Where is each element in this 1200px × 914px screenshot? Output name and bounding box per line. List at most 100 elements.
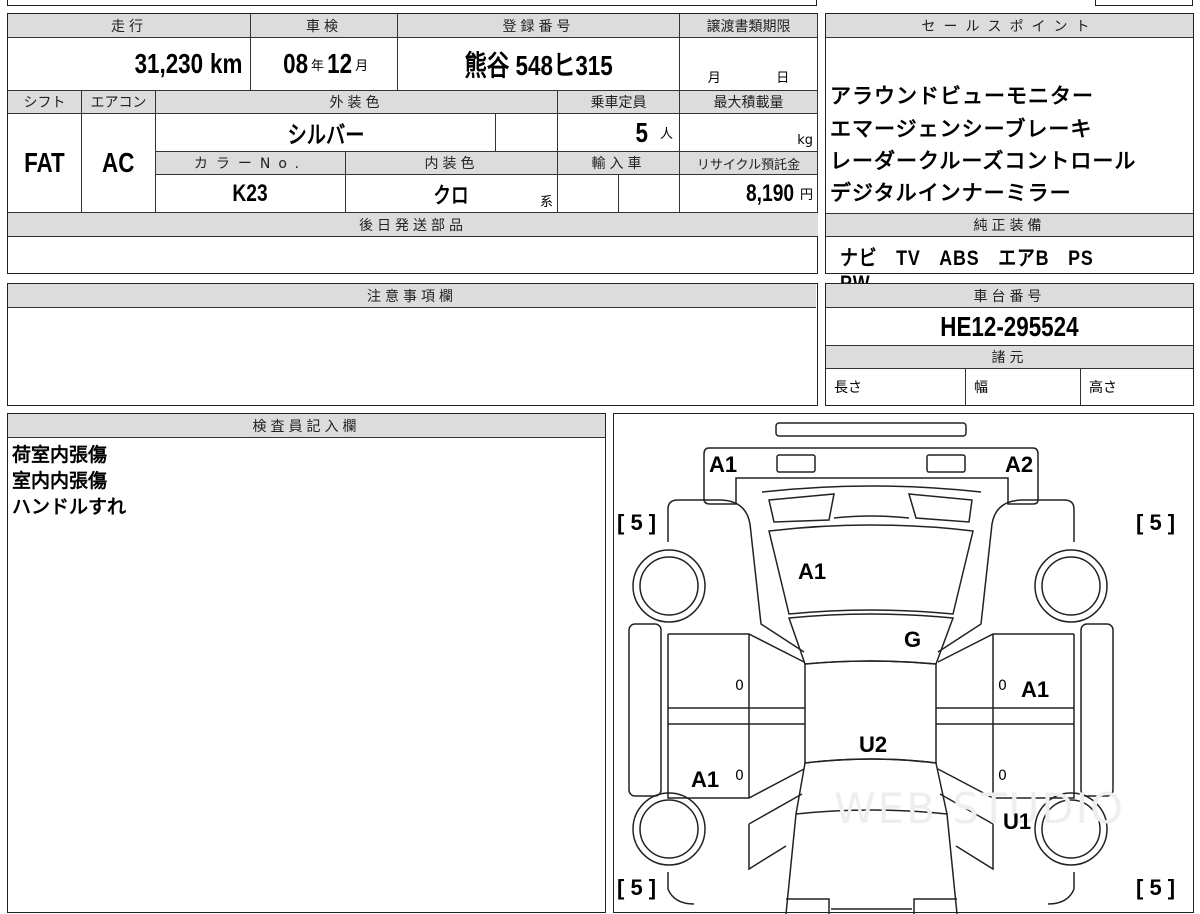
- inspection-value: 08 年 12 月: [251, 38, 398, 91]
- zero-mark: 0: [735, 678, 744, 694]
- sales-points-header: セールスポイント: [826, 14, 1193, 38]
- chassis-number-text: HE12-295524: [940, 310, 1079, 342]
- aircon-header: エアコン: [82, 91, 156, 114]
- inspector-line: ハンドルすれ: [12, 496, 127, 518]
- inspection-year: 08: [282, 48, 308, 79]
- front-bumper: [786, 898, 957, 914]
- month-unit: 月: [355, 58, 369, 74]
- length-label: 長さ: [826, 369, 966, 405]
- aircon-value: AC: [82, 114, 156, 213]
- tire-mark-rear-right: [ 5 ]: [1136, 510, 1176, 535]
- rear-lamp-right: [926, 454, 966, 473]
- exterior-color-header: 外装色: [156, 91, 558, 114]
- sales-point-item: レーダークルーズコントロール: [830, 149, 1137, 173]
- tire-mark-front-right: [ 5 ]: [1136, 875, 1176, 900]
- sales-points-panel: セールスポイント アラウンドビューモニター エマージェンシーブレーキ レーダーク…: [825, 13, 1194, 295]
- mark-roof: U2: [859, 732, 888, 757]
- spec-header: 諸元: [826, 346, 1193, 369]
- car-outline: [628, 422, 1114, 914]
- recycle-header: リサイクル預託金: [680, 152, 818, 175]
- chassis-panel: 車台番号 HE12-295524 諸元 長さ 幅 高さ: [825, 283, 1194, 406]
- later-parts-header: 後日発送部品: [8, 213, 818, 237]
- year-unit: 年: [310, 58, 324, 74]
- import-cell-2: [619, 175, 680, 213]
- mark-right-door: A1: [1021, 677, 1050, 702]
- top-strip-right: [1095, 0, 1193, 6]
- transfer-day: 日: [776, 71, 790, 86]
- notes-panel: 注意事項欄: [7, 283, 818, 406]
- interior-color-value: クロ系: [346, 175, 558, 213]
- max-load-unit: kg: [797, 133, 813, 148]
- capacity-number: 5: [635, 116, 649, 148]
- inspector-header: 検査員記入欄: [8, 414, 605, 438]
- watermark: WEB STUDIO: [834, 784, 1126, 833]
- interior-suffix: 系: [539, 195, 553, 210]
- doors: [667, 633, 1075, 799]
- zero-mark: 0: [998, 768, 1007, 784]
- mark-rear-left: A1: [709, 452, 738, 477]
- side-step-right: [1080, 623, 1114, 797]
- recycle-unit: 円: [799, 188, 813, 203]
- color-no-header: カラーNo.: [156, 152, 346, 175]
- transfer-value: 月日: [680, 38, 818, 91]
- sales-point-item: アラウンドビューモニター: [830, 84, 1094, 108]
- import-header: 輸入車: [558, 152, 680, 175]
- tire-mark-rear-left: [ 5 ]: [617, 510, 657, 535]
- top-strip: [7, 0, 817, 6]
- shift-value: FAT: [8, 114, 82, 213]
- sales-point-item: デジタルインナーミラー: [830, 181, 1072, 205]
- shift-text: FAT: [24, 147, 65, 178]
- width-label: 幅: [966, 369, 1081, 405]
- tire-front-left: [632, 792, 706, 866]
- zero-mark: 0: [735, 768, 744, 784]
- color-no-value: K23: [156, 175, 346, 213]
- vehicle-info-table: 走行 車検 登録番号 譲渡書類期限 31,230 km 08 年 12 月 熊谷 548…: [7, 13, 818, 274]
- chassis-number: HE12-295524: [826, 308, 1193, 346]
- rear-lamp-left: [776, 454, 816, 473]
- recycle-value: 8,190 円: [680, 175, 818, 213]
- import-cell-1: [558, 175, 619, 213]
- inspector-line: 荷室内張傷: [12, 444, 108, 466]
- mark-glass: G: [904, 627, 922, 652]
- side-step-left: [628, 623, 662, 797]
- tire-rear-left: [632, 549, 706, 623]
- windshield: [785, 758, 958, 914]
- mileage-value: 31,230 km: [8, 38, 251, 91]
- tire-rear-right: [1034, 549, 1108, 623]
- transfer-header: 譲渡書類期限: [680, 14, 818, 38]
- mark-right-front: U1: [1003, 809, 1032, 834]
- capacity-value: 5人: [558, 114, 680, 152]
- tailgate: [761, 485, 982, 523]
- zero-mark: 0: [998, 678, 1007, 694]
- registration-number: 熊谷 548ヒ315: [464, 50, 613, 81]
- mileage-unit: km: [209, 48, 242, 79]
- max-load-header: 最大積載量: [680, 91, 818, 114]
- mileage-header: 走行: [8, 14, 251, 38]
- rear-panel: [703, 447, 1039, 505]
- inspector-line: 室内内張傷: [12, 470, 108, 492]
- interior-color-header: 内装色: [346, 152, 558, 175]
- recycle-amount: 8,190: [745, 179, 794, 207]
- chassis-header: 車台番号: [826, 284, 1193, 308]
- max-load-value: kg: [680, 114, 818, 152]
- exterior-color-text: シルバー: [287, 122, 364, 149]
- transfer-month: 月: [707, 71, 721, 86]
- registration-value: 熊谷 548ヒ315: [398, 38, 680, 91]
- registration-header: 登録番号: [398, 14, 680, 38]
- tire-mark-front-left: [ 5 ]: [617, 875, 657, 900]
- height-label: 高さ: [1089, 380, 1117, 396]
- sales-point-item: エマージェンシーブレーキ: [830, 117, 1093, 141]
- capacity-header: 乗車定員: [558, 91, 680, 114]
- interior-color-text: クロ: [433, 182, 470, 208]
- roof-glass: [787, 613, 955, 665]
- aircon-text: AC: [102, 147, 135, 178]
- notes-header: 注意事項欄: [8, 284, 816, 308]
- mileage-number: 31,230: [134, 48, 203, 79]
- exterior-color-extra: [496, 114, 558, 152]
- mark-rear-right: A2: [1005, 452, 1034, 477]
- shift-header: シフト: [8, 91, 82, 114]
- capacity-unit: 人: [659, 127, 673, 142]
- equipment-header: 純正装備: [826, 213, 1193, 237]
- damage-diagram: WEB STUDIO [ 5 ] [ 5 ] [ 5 ] [ 5 ] A1 A2…: [613, 413, 1194, 914]
- inspection-month: 12: [327, 48, 353, 79]
